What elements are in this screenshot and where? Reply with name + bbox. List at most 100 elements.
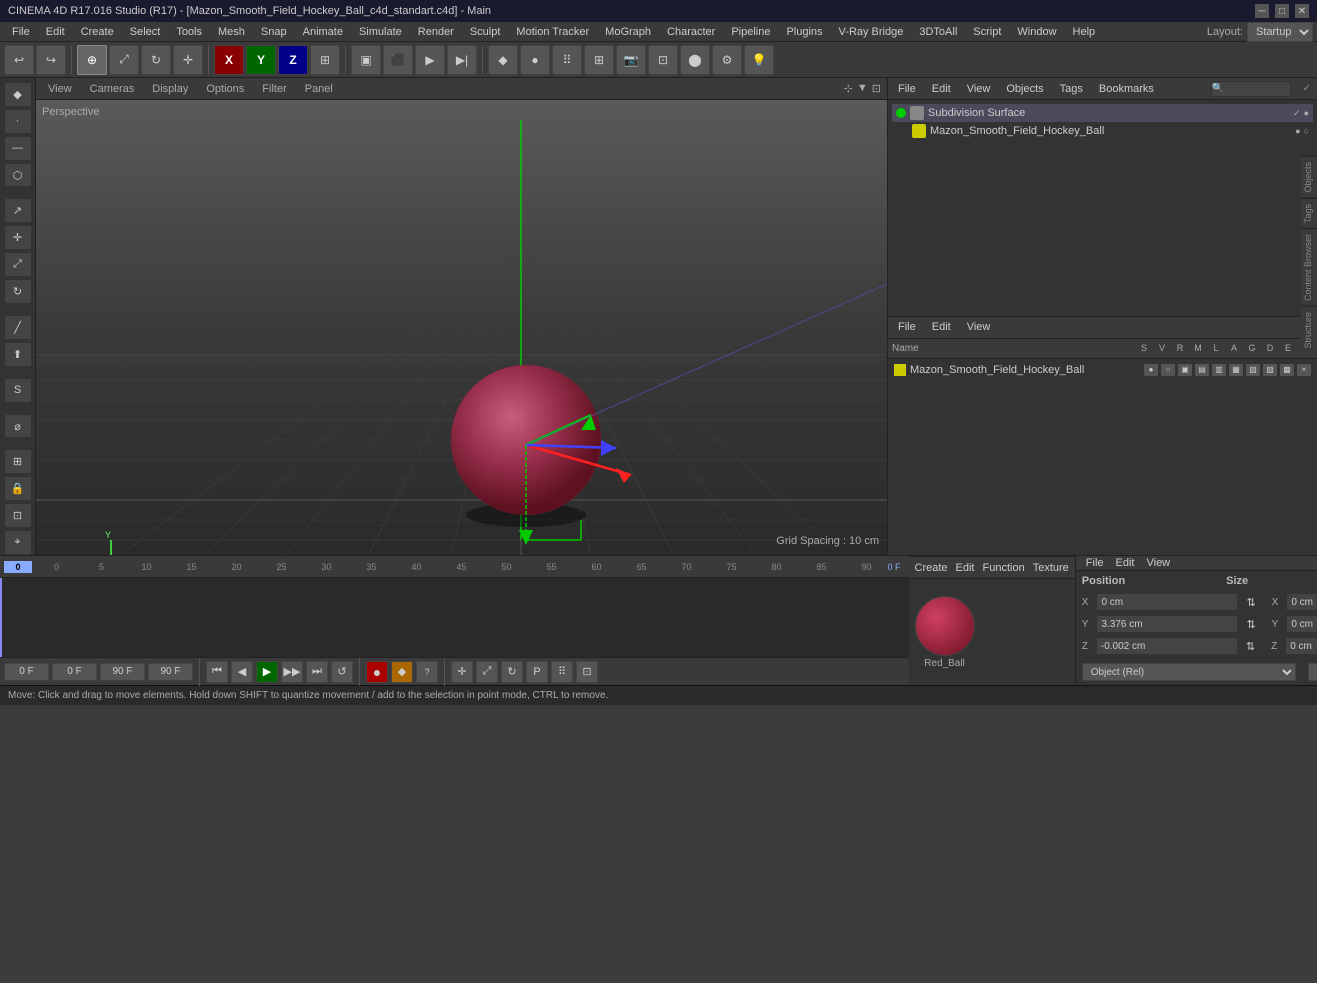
attr-edit[interactable]: Edit bbox=[1112, 556, 1139, 570]
light-mode[interactable]: 💡 bbox=[744, 45, 774, 75]
prev-frame-button[interactable]: ◀ bbox=[231, 661, 253, 683]
panel-toggle[interactable]: ⊡ bbox=[576, 661, 598, 683]
flag-g[interactable]: ▧ bbox=[1246, 364, 1260, 376]
obj-tags[interactable]: Tags bbox=[1056, 82, 1087, 96]
object-mode[interactable]: ◆ bbox=[4, 82, 32, 107]
menu-select[interactable]: Select bbox=[122, 24, 169, 40]
flag-m[interactable]: ▤ bbox=[1195, 364, 1209, 376]
rot-gizmo[interactable]: ↻ bbox=[501, 661, 523, 683]
tab-tags[interactable]: Tags bbox=[1301, 198, 1317, 228]
scale-tool-side[interactable]: ⤢ bbox=[4, 252, 32, 277]
sphere-mode[interactable]: ● bbox=[520, 45, 550, 75]
tab-objects[interactable]: Objects bbox=[1301, 156, 1317, 198]
vp-cameras[interactable]: Cameras bbox=[84, 82, 141, 96]
attr-view[interactable]: View bbox=[1142, 556, 1174, 570]
keyframe-button[interactable]: ◆ bbox=[391, 661, 413, 683]
flag-d[interactable]: ▨ bbox=[1263, 364, 1277, 376]
record-button[interactable]: ● bbox=[366, 661, 388, 683]
attr-size-dropdown[interactable]: Size bbox=[1308, 663, 1317, 681]
maximize-button[interactable]: □ bbox=[1275, 4, 1289, 18]
attr-size-x-input[interactable] bbox=[1286, 593, 1317, 611]
knife-tool[interactable]: ╱ bbox=[4, 315, 32, 340]
attr-size-z-input[interactable] bbox=[1285, 637, 1317, 655]
sculpt-tool-side[interactable]: ⌀ bbox=[4, 414, 32, 439]
obj-subdivision-surface[interactable]: Subdivision Surface ✓ ● bbox=[892, 104, 1313, 122]
tab-structure[interactable]: Structure bbox=[1301, 306, 1317, 354]
vp-filter[interactable]: Filter bbox=[256, 82, 292, 96]
obj-hockey-ball[interactable]: Mazon_Smooth_Field_Hockey_Ball ● ○ bbox=[892, 122, 1313, 140]
dots-gizmo[interactable]: ⠿ bbox=[551, 661, 573, 683]
menu-window[interactable]: Window bbox=[1009, 24, 1064, 40]
undo-button[interactable]: ↩ bbox=[4, 45, 34, 75]
anim-rec[interactable]: ⬛ bbox=[383, 45, 413, 75]
menu-pipeline[interactable]: Pipeline bbox=[723, 24, 778, 40]
attr-pos-y-input[interactable] bbox=[1096, 615, 1238, 633]
extra-mode[interactable]: ⚙ bbox=[712, 45, 742, 75]
obj-edit2[interactable]: Edit bbox=[928, 320, 955, 334]
menu-render[interactable]: Render bbox=[410, 24, 462, 40]
menu-help[interactable]: Help bbox=[1065, 24, 1104, 40]
grid-mode[interactable]: ⊞ bbox=[584, 45, 614, 75]
current-frame-input[interactable] bbox=[4, 663, 49, 681]
mat-edit[interactable]: Edit bbox=[956, 562, 975, 574]
menu-character[interactable]: Character bbox=[659, 24, 723, 40]
transform-tool[interactable]: ✛ bbox=[173, 45, 203, 75]
dots-mode[interactable]: ⠿ bbox=[552, 45, 582, 75]
flag-s[interactable]: ● bbox=[1144, 364, 1158, 376]
flag-v[interactable]: ○ bbox=[1161, 364, 1175, 376]
attr-file[interactable]: File bbox=[1082, 556, 1108, 570]
extra-tool[interactable]: ⊡ bbox=[4, 503, 32, 528]
start-frame-input[interactable] bbox=[52, 663, 97, 681]
flag-e[interactable]: ▩ bbox=[1280, 364, 1294, 376]
shade-mode[interactable]: ⬤ bbox=[680, 45, 710, 75]
menu-snap[interactable]: Snap bbox=[253, 24, 295, 40]
obj-objects[interactable]: Objects bbox=[1002, 82, 1047, 96]
material-item[interactable]: Red_Ball bbox=[915, 596, 975, 669]
flag-l[interactable]: ▥ bbox=[1212, 364, 1226, 376]
flag-r[interactable]: ▣ bbox=[1178, 364, 1192, 376]
menu-edit[interactable]: Edit bbox=[38, 24, 73, 40]
obj-view2[interactable]: View bbox=[963, 320, 995, 334]
y-axis[interactable]: Y bbox=[246, 45, 276, 75]
render-view[interactable]: ▣ bbox=[351, 45, 381, 75]
poly-mode[interactable]: ⬡ bbox=[4, 163, 32, 188]
mat-function[interactable]: Function bbox=[983, 562, 1025, 574]
obj-file2[interactable]: File bbox=[894, 320, 920, 334]
vp-panel[interactable]: Panel bbox=[299, 82, 339, 96]
anim-play[interactable]: ▶ bbox=[415, 45, 445, 75]
obj-check-icon[interactable]: ✓ bbox=[1293, 108, 1301, 119]
obj-view[interactable]: View bbox=[963, 82, 995, 96]
scale-tool[interactable]: ⤢ bbox=[109, 45, 139, 75]
menu-plugins[interactable]: Plugins bbox=[778, 24, 830, 40]
live-select[interactable]: ↗ bbox=[4, 198, 32, 223]
all-axis[interactable]: ⊞ bbox=[310, 45, 340, 75]
viewport[interactable]: X Y Z Perspective Grid Spacing : 10 cm bbox=[36, 100, 887, 555]
paint-tool[interactable]: S bbox=[4, 378, 32, 403]
cam-mode[interactable]: 📷 bbox=[616, 45, 646, 75]
move-tool-side[interactable]: ✛ bbox=[4, 225, 32, 250]
cube-mode[interactable]: ◆ bbox=[488, 45, 518, 75]
obj-edit[interactable]: Edit bbox=[928, 82, 955, 96]
menu-file[interactable]: File bbox=[4, 24, 38, 40]
vp-nav-icon[interactable]: ⊹ bbox=[844, 82, 853, 95]
menu-3dtoall[interactable]: 3DToAll bbox=[911, 24, 965, 40]
close-button[interactable]: ✕ bbox=[1295, 4, 1309, 18]
menu-animate[interactable]: Animate bbox=[295, 24, 351, 40]
timeline-track[interactable] bbox=[0, 578, 909, 657]
tab-content-browser[interactable]: Content Browser bbox=[1301, 228, 1317, 306]
attr-coord-dropdown[interactable]: Object (Rel) World bbox=[1082, 663, 1296, 681]
attr-pos-x-input[interactable] bbox=[1096, 593, 1238, 611]
menu-motion-tracker[interactable]: Motion Tracker bbox=[508, 24, 597, 40]
rotate-tool[interactable]: ↻ bbox=[141, 45, 171, 75]
menu-sculpt[interactable]: Sculpt bbox=[462, 24, 509, 40]
pos-gizmo[interactable]: P bbox=[526, 661, 548, 683]
point-mode[interactable]: · bbox=[4, 109, 32, 134]
anim-frame[interactable]: ▶| bbox=[447, 45, 477, 75]
minimize-button[interactable]: ─ bbox=[1255, 4, 1269, 18]
attr-pos-y-spinner[interactable]: ⇅ bbox=[1246, 618, 1255, 631]
snap-tool[interactable]: ⌖ bbox=[4, 530, 32, 555]
menu-mesh[interactable]: Mesh bbox=[210, 24, 253, 40]
mat-create[interactable]: Create bbox=[915, 562, 948, 574]
scale-gizmo[interactable]: ⤢ bbox=[476, 661, 498, 683]
move-gizmo[interactable]: ✛ bbox=[451, 661, 473, 683]
